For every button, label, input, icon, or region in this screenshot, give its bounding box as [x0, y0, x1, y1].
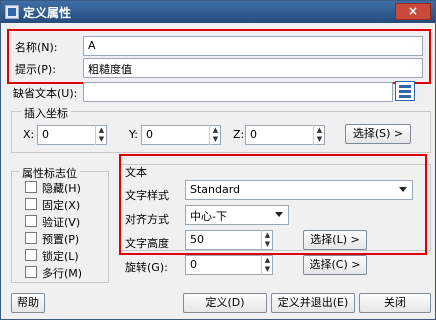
preset-checkbox[interactable] [25, 232, 37, 244]
multiline-checkbox[interactable] [25, 266, 37, 278]
pick-point-icon[interactable] [395, 81, 415, 101]
alignment-select[interactable]: 中心-下 [185, 205, 289, 225]
y-label: Y: [129, 128, 138, 141]
hidden-label: 隐藏(H) [42, 182, 81, 195]
text-height-input[interactable]: 50 [185, 230, 273, 250]
dropdown-arrow-icon [275, 212, 283, 217]
name-input[interactable]: A [83, 36, 423, 56]
hidden-checkbox[interactable] [25, 181, 37, 193]
spinner-down-icon[interactable]: ▼ [262, 265, 273, 274]
spinner-down-icon[interactable]: ▼ [96, 135, 107, 144]
fixed-label: 固定(X) [42, 199, 81, 212]
title-bar: 定义属性 × [1, 1, 435, 23]
define-and-exit-button[interactable]: 定义并退出(E) [271, 293, 355, 313]
pick-insert-point-button[interactable]: 选择(S) > [345, 124, 411, 144]
x-label: X: [23, 128, 35, 141]
name-label: 名称(N): [15, 41, 58, 54]
x-spinner[interactable]: ▲ ▼ [95, 125, 107, 145]
spinner-down-icon[interactable]: ▼ [210, 135, 221, 144]
text-style-label: 文字样式 [125, 189, 169, 202]
multiline-label: 多行(M) [42, 267, 83, 280]
window-title: 定义属性 [23, 6, 72, 20]
y-spinner[interactable]: ▲ ▼ [209, 125, 221, 145]
verify-checkbox[interactable] [25, 215, 37, 227]
define-button[interactable]: 定义(D) [183, 293, 267, 313]
text-group-title: 文本 [125, 166, 147, 179]
alignment-value: 中心-下 [190, 210, 227, 223]
app-icon [5, 5, 19, 19]
pick-text-height-button[interactable]: 选择(L) > [303, 230, 367, 250]
rotation-label: 旋转(G): [125, 261, 168, 274]
spinner-down-icon[interactable]: ▼ [314, 135, 325, 144]
spinner-up-icon[interactable]: ▲ [96, 126, 107, 135]
close-button[interactable]: 关闭 [359, 293, 431, 313]
text-height-spinner[interactable]: ▲ ▼ [261, 230, 273, 250]
preset-label: 预置(P) [42, 233, 80, 246]
spinner-up-icon[interactable]: ▲ [262, 256, 273, 265]
lock-checkbox[interactable] [25, 249, 37, 261]
default-text-label: 缺省文本(U): [13, 87, 78, 100]
define-attribute-dialog: 定义属性 × 名称(N): A 提示(P): 粗糙度值 缺省文本(U): 插入坐… [0, 0, 436, 320]
dropdown-arrow-icon [399, 187, 407, 192]
close-icon[interactable]: × [395, 3, 431, 20]
fixed-checkbox[interactable] [25, 198, 37, 210]
text-style-select[interactable]: Standard [185, 180, 413, 200]
insert-coordinates-title: 插入坐标 [21, 105, 71, 121]
prompt-label: 提示(P): [15, 63, 56, 76]
lock-label: 锁定(L) [42, 250, 79, 263]
spinner-down-icon[interactable]: ▼ [262, 240, 273, 249]
text-style-value: Standard [190, 183, 241, 196]
verify-label: 验证(V) [42, 216, 81, 229]
help-button[interactable]: 帮助 [11, 293, 45, 313]
attribute-flags-title: 属性标志位 [19, 165, 80, 181]
pick-rotation-button[interactable]: 选择(C) > [303, 255, 367, 275]
spinner-up-icon[interactable]: ▲ [314, 126, 325, 135]
prompt-input[interactable]: 粗糙度值 [83, 58, 423, 78]
spinner-up-icon[interactable]: ▲ [210, 126, 221, 135]
rotation-input[interactable]: 0 [185, 255, 273, 275]
z-label: Z: [233, 128, 245, 141]
text-height-label: 文字高度 [125, 237, 169, 250]
rotation-spinner[interactable]: ▲ ▼ [261, 255, 273, 275]
z-spinner[interactable]: ▲ ▼ [313, 125, 325, 145]
alignment-label: 对齐方式 [125, 213, 169, 226]
default-text-input[interactable] [83, 82, 393, 102]
spinner-up-icon[interactable]: ▲ [262, 231, 273, 240]
